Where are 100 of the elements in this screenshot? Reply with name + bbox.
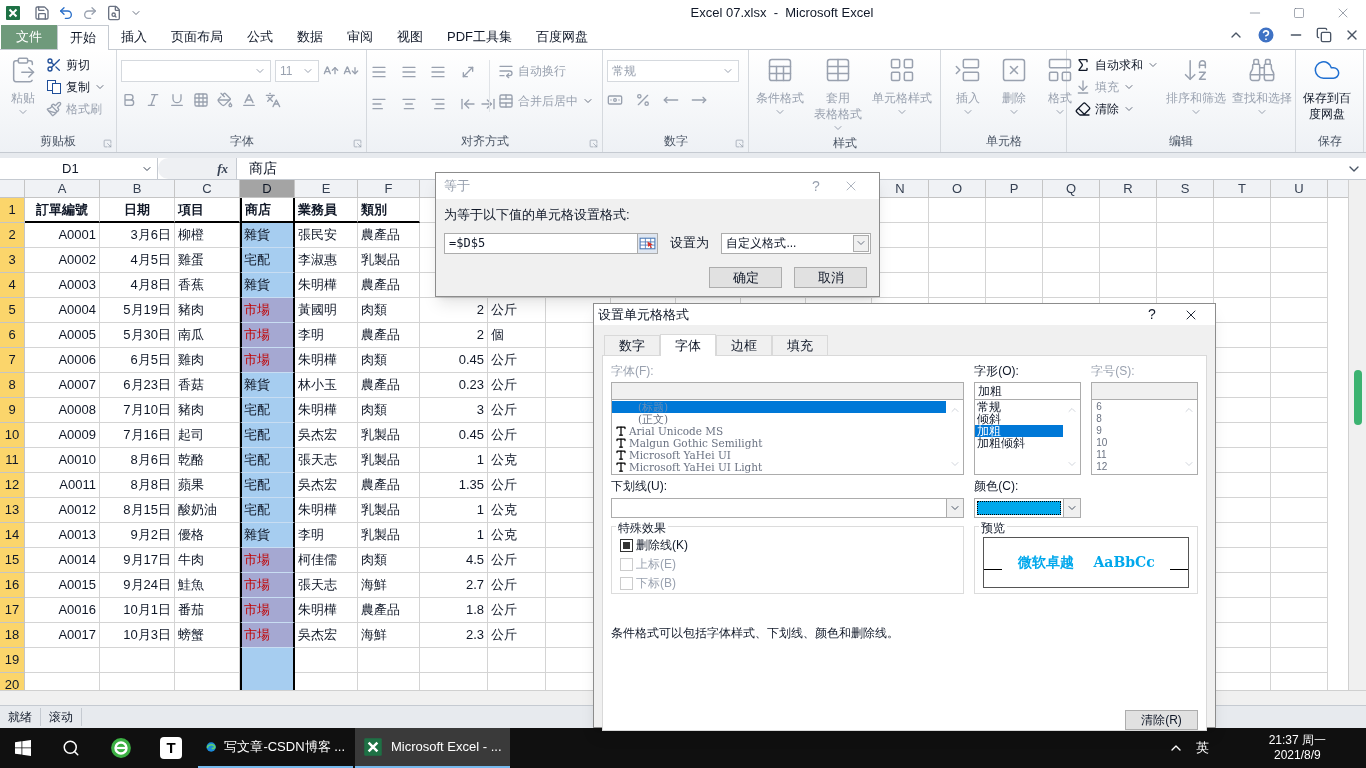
color-dropdown[interactable] bbox=[974, 498, 1082, 518]
column-header[interactable]: U bbox=[1271, 180, 1328, 197]
list-item[interactable]: Microsoft YaHei UI Light bbox=[612, 461, 947, 473]
row-header[interactable]: 14 bbox=[0, 523, 25, 548]
search-icon[interactable] bbox=[62, 739, 80, 757]
range-select-icon[interactable] bbox=[637, 233, 658, 253]
dialog-launcher-icon[interactable] bbox=[735, 139, 744, 148]
row-header[interactable]: 5 bbox=[0, 298, 25, 323]
row-header[interactable]: 12 bbox=[0, 473, 25, 498]
list-item[interactable]: (正文) bbox=[612, 413, 947, 425]
list-item[interactable]: 倾斜 bbox=[975, 413, 1064, 425]
ribbon-tab[interactable]: 插入 bbox=[109, 25, 159, 49]
phonetic-icon[interactable] bbox=[265, 92, 281, 108]
ribbon-button[interactable]: 保存到百 度网盘 bbox=[1300, 54, 1354, 122]
input-method-indicator[interactable]: 英 bbox=[1195, 738, 1209, 758]
format-dropdown[interactable]: 自定义格式... bbox=[721, 232, 871, 254]
font-size-field[interactable] bbox=[1091, 382, 1198, 400]
row-header[interactable]: 13 bbox=[0, 498, 25, 523]
row-header[interactable]: 9 bbox=[0, 398, 25, 423]
windows-start-icon[interactable] bbox=[15, 740, 31, 756]
list-item[interactable]: 加粗倾斜 bbox=[975, 437, 1064, 449]
ribbon-tab[interactable]: 审阅 bbox=[335, 25, 385, 49]
redo-icon[interactable] bbox=[82, 4, 98, 21]
borders-icon[interactable] bbox=[193, 92, 209, 108]
ribbon-tab[interactable]: 开始 bbox=[57, 25, 109, 50]
list-item[interactable]: 常规 bbox=[975, 401, 1064, 413]
dialog-button[interactable]: 确定 bbox=[709, 266, 782, 288]
row-header[interactable]: 10 bbox=[0, 423, 25, 448]
italic-icon[interactable] bbox=[145, 92, 161, 108]
help-icon[interactable] bbox=[1256, 25, 1276, 45]
dialog-launcher-icon[interactable] bbox=[353, 139, 362, 148]
list-item[interactable]: 8 bbox=[1092, 413, 1180, 425]
underline-icon[interactable] bbox=[169, 92, 185, 108]
list-item[interactable]: 11 bbox=[1092, 449, 1180, 461]
value-field[interactable]: =$D$5 bbox=[444, 232, 659, 254]
font-list[interactable]: (标题) (正文) Arial Unicode MS Malgun Gothic Semilight Microsoft YaHei UI Microsoft YaHei UI Light bbox=[611, 400, 965, 475]
app-icon[interactable]: T bbox=[160, 737, 182, 759]
column-header[interactable]: R bbox=[1100, 180, 1157, 197]
column-header[interactable]: P bbox=[986, 180, 1043, 197]
list-item[interactable]: 10 bbox=[1092, 437, 1180, 449]
list-item[interactable]: Arial Unicode MS bbox=[612, 425, 947, 437]
dialog-tab[interactable]: 字体 bbox=[660, 334, 716, 356]
row-header[interactable]: 8 bbox=[0, 373, 25, 398]
ribbon-tab[interactable]: 数据 bbox=[285, 25, 335, 49]
column-header[interactable]: Q bbox=[1043, 180, 1100, 197]
taskbar-app[interactable]: Microsoft Excel - ... bbox=[355, 728, 510, 768]
ribbon-tab[interactable]: 公式 bbox=[235, 25, 285, 49]
row-header[interactable]: 3 bbox=[0, 248, 25, 273]
font-style-list[interactable]: 常规 倾斜 加粗 加粗倾斜 bbox=[974, 400, 1082, 475]
checkbox[interactable] bbox=[620, 538, 633, 552]
list-item[interactable]: 6 bbox=[1092, 401, 1180, 413]
column-header[interactable]: T bbox=[1214, 180, 1271, 197]
currency-icon[interactable] bbox=[607, 92, 623, 108]
row-header[interactable]: 6 bbox=[0, 323, 25, 348]
ribbon-button[interactable]: 剪切 bbox=[42, 54, 110, 76]
underline-dropdown[interactable] bbox=[611, 498, 965, 518]
dialog-tab[interactable]: 数字 bbox=[604, 335, 660, 355]
dialog-launcher-icon[interactable] bbox=[103, 139, 112, 148]
list-item[interactable]: 12 bbox=[1092, 461, 1180, 473]
browser-icon[interactable] bbox=[110, 737, 132, 759]
save-icon[interactable] bbox=[34, 4, 50, 21]
ribbon-button[interactable]: 复制 bbox=[42, 76, 110, 98]
list-item[interactable]: Malgun Gothic Semilight bbox=[612, 437, 947, 449]
taskbar-app[interactable]: 写文章-CSDN博客 ... bbox=[198, 728, 353, 768]
dialog-tab[interactable]: 边框 bbox=[716, 335, 772, 355]
ribbon-tab[interactable]: 页面布局 bbox=[159, 25, 235, 49]
insert-function-button[interactable]: fx bbox=[217, 158, 228, 179]
row-header[interactable]: 2 bbox=[0, 223, 25, 248]
row-header[interactable]: 4 bbox=[0, 273, 25, 298]
row-header[interactable]: 18 bbox=[0, 623, 25, 648]
help-button[interactable]: ? bbox=[1137, 304, 1167, 325]
column-header[interactable]: B bbox=[100, 180, 175, 197]
row-header[interactable]: 20 bbox=[0, 673, 25, 690]
column-header[interactable]: A bbox=[25, 180, 100, 197]
bold-icon[interactable] bbox=[121, 92, 137, 108]
row-header[interactable]: 7 bbox=[0, 348, 25, 373]
column-header[interactable]: F bbox=[358, 180, 420, 197]
row-header[interactable]: 15 bbox=[0, 548, 25, 573]
row-header[interactable]: 16 bbox=[0, 573, 25, 598]
indent-increase-icon[interactable] bbox=[479, 96, 496, 112]
list-item[interactable]: Microsoft YaHei UI bbox=[612, 449, 947, 461]
print-preview-icon[interactable] bbox=[106, 4, 122, 21]
indent-decrease-icon[interactable] bbox=[459, 96, 476, 112]
undo-icon[interactable] bbox=[58, 4, 74, 21]
clock[interactable]: 21:37 周一 2021/8/9 bbox=[1268, 733, 1326, 763]
dialog-button[interactable]: 取消 bbox=[794, 266, 867, 288]
row-header[interactable]: 11 bbox=[0, 448, 25, 473]
font-color-icon[interactable] bbox=[241, 92, 257, 108]
ribbon-tab[interactable]: PDF工具集 bbox=[435, 25, 524, 49]
dialog-launcher-icon[interactable] bbox=[589, 139, 598, 148]
column-header[interactable]: E bbox=[295, 180, 358, 197]
restore-icon[interactable] bbox=[1316, 27, 1332, 43]
font-style-field[interactable]: 加粗 bbox=[974, 382, 1082, 400]
vertical-scrollbar[interactable] bbox=[1348, 180, 1366, 690]
column-header[interactable]: O bbox=[929, 180, 986, 197]
font-name-field[interactable] bbox=[121, 60, 271, 82]
column-header[interactable]: S bbox=[1157, 180, 1214, 197]
column-header[interactable]: D bbox=[240, 180, 295, 197]
font-name-field[interactable] bbox=[611, 382, 965, 400]
font-size-list[interactable]: 6 8 9 10 11 12 bbox=[1091, 400, 1198, 475]
